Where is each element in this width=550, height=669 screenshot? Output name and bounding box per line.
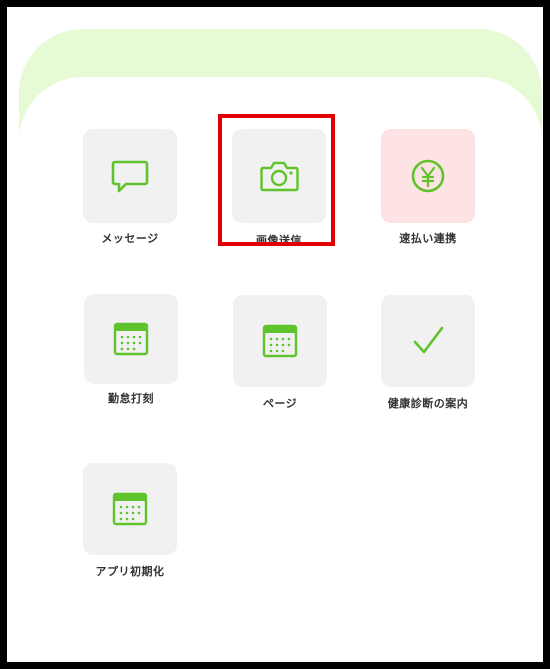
quick-pay-label: 速払い連携 (399, 232, 457, 245)
attendance-label: 勤怠打刻 (108, 392, 154, 405)
quick-pay-button[interactable] (381, 129, 475, 223)
app-reset-label: アプリ初期化 (95, 565, 165, 578)
calendar-icon (112, 492, 148, 526)
message-button[interactable] (83, 129, 177, 223)
camera-icon (258, 156, 300, 196)
calendar-icon (113, 322, 149, 356)
attendance-button[interactable] (84, 294, 178, 384)
page-button[interactable] (233, 295, 327, 387)
image-send-button[interactable] (232, 129, 326, 223)
calendar-icon (262, 324, 298, 358)
page-label: ページ (262, 397, 298, 410)
chat-bubble-icon (110, 156, 150, 196)
yen-coin-icon (408, 156, 448, 196)
app-reset-button[interactable] (83, 463, 177, 555)
message-label: メッセージ (101, 232, 159, 245)
image-send-label: 画像送信 (256, 234, 302, 247)
app-screen: メッセージ 画像送信 速払い連携 勤怠打刻 ページ 健康診断の案内 アプリ初期化 (7, 7, 543, 662)
health-checkup-label: 健康診断の案内 (387, 397, 469, 410)
checkmark-icon (410, 323, 446, 359)
health-checkup-button[interactable] (381, 295, 475, 387)
